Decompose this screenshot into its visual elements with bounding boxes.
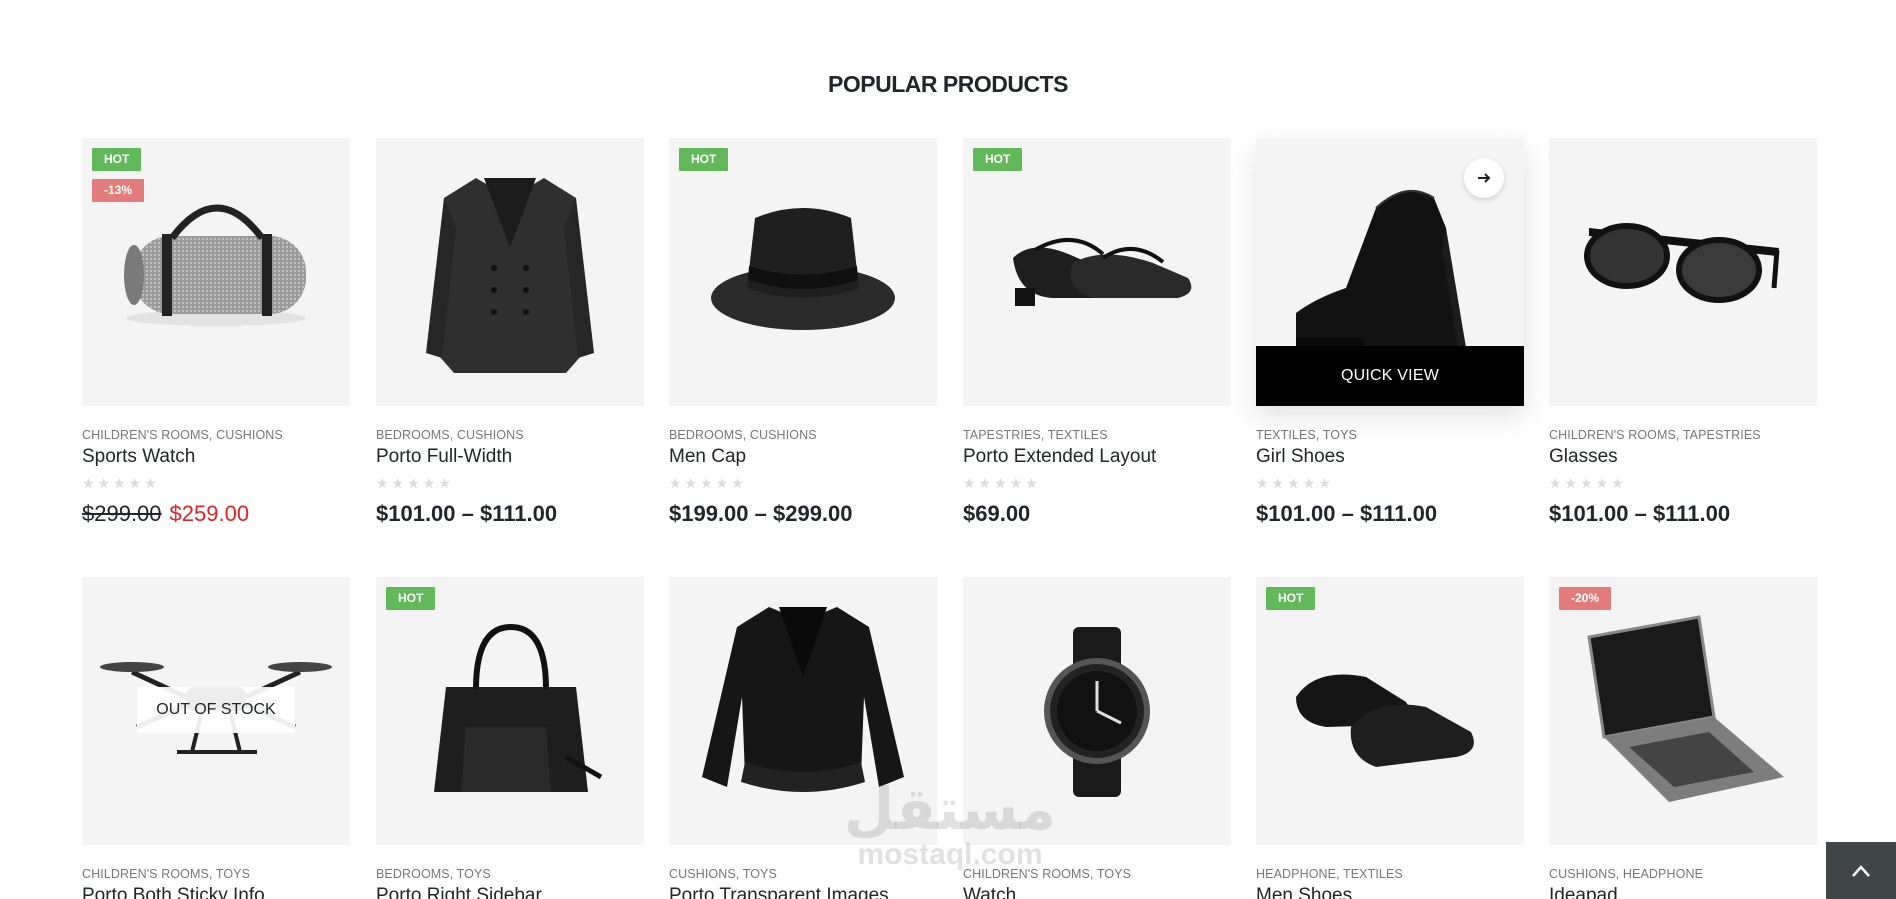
- hot-badge: HOT: [92, 148, 142, 171]
- discount-badge: -20%: [1559, 587, 1612, 610]
- old-price: $299.00: [82, 501, 162, 526]
- product-name[interactable]: Glasses: [1549, 446, 1817, 468]
- hot-badge: HOT: [973, 148, 1023, 171]
- rating-stars: ★★★★★: [376, 475, 454, 491]
- product-price: $101.00 – $111.00: [1256, 501, 1438, 526]
- arrow-right-button[interactable]: [1464, 158, 1504, 198]
- watermark-latin: mostaql.com: [857, 838, 1043, 871]
- product-categories[interactable]: CHILDREN'S ROOMS, CUSHIONS: [82, 428, 350, 442]
- product-card[interactable]: BEDROOMS, CUSHIONS Porto Full-Width ★★★★…: [376, 138, 644, 527]
- section-title: POPULAR PRODUCTS: [828, 71, 1068, 98]
- product-card[interactable]: CHILDREN'S ROOMS, TAPESTRIES Glasses ★★★…: [1549, 138, 1817, 527]
- product-image[interactable]: HOT: [669, 138, 937, 406]
- product-categories[interactable]: CHILDREN'S ROOMS, TAPESTRIES: [1549, 428, 1817, 442]
- rating-stars: ★★★★★: [669, 475, 747, 491]
- product-image[interactable]: HOT -13%: [82, 138, 350, 406]
- discount-badge: -13%: [92, 179, 145, 202]
- rating-stars: ★★★★★: [82, 475, 160, 491]
- product-name[interactable]: Porto Full-Width: [376, 446, 644, 468]
- product-image[interactable]: [376, 138, 644, 406]
- girl-shoes-image: [1013, 237, 1192, 306]
- product-categories[interactable]: TEXTILES, TOYS: [1256, 428, 1524, 442]
- product-name[interactable]: Porto Transparent Images: [669, 885, 937, 899]
- product-card[interactable]: HOT BEDROOMS, TOYS Porto Right Sidebar: [376, 577, 644, 899]
- product-name[interactable]: Men Shoes: [1256, 885, 1524, 899]
- sale-price: $259.00: [169, 501, 250, 526]
- hot-badge: HOT: [386, 587, 436, 610]
- product-name[interactable]: Porto Right Sidebar: [376, 885, 644, 899]
- chevron-up-icon: [1852, 865, 1870, 877]
- product-price: $69.00: [963, 501, 1031, 526]
- page: POPULAR PRODUCTS HOT -13% CHILDREN'S ROO…: [0, 0, 1896, 899]
- product-image[interactable]: HOT: [1256, 577, 1524, 845]
- product-categories[interactable]: BEDROOMS, CUSHIONS: [376, 428, 644, 442]
- product-image[interactable]: [1549, 138, 1817, 406]
- laptop-image: [1587, 615, 1784, 802]
- product-price: $199.00 – $299.00: [669, 501, 853, 526]
- product-card[interactable]: QUICK VIEW TEXTILES, TOYS Girl Shoes ★★★…: [1256, 138, 1524, 527]
- hat-image: [711, 208, 895, 330]
- hot-badge: HOT: [1266, 587, 1316, 610]
- product-name[interactable]: Men Cap: [669, 446, 937, 468]
- rating-stars: ★★★★★: [1549, 475, 1627, 491]
- product-name[interactable]: Girl Shoes: [1256, 446, 1524, 468]
- product-categories[interactable]: BEDROOMS, TOYS: [376, 867, 644, 881]
- product-card[interactable]: HOT TAPESTRIES, TEXTILES Porto Extended …: [963, 138, 1231, 527]
- handbag-image: [434, 623, 603, 792]
- rating-stars: ★★★★★: [963, 475, 1041, 491]
- product-categories[interactable]: CUSHIONS, HEADPHONE: [1549, 867, 1817, 881]
- product-categories[interactable]: CHILDREN'S ROOMS, TOYS: [82, 867, 350, 881]
- product-name[interactable]: Sports Watch: [82, 446, 350, 468]
- product-price: $101.00 – $111.00: [376, 501, 558, 526]
- product-name[interactable]: Porto Both Sticky Info: [82, 885, 350, 899]
- product-price: $299.00 $259.00: [82, 501, 350, 527]
- product-name[interactable]: Porto Extended Layout: [963, 446, 1231, 468]
- product-card[interactable]: HOT -13% CHILDREN'S ROOMS, CUSHIONS Spor…: [82, 138, 350, 527]
- quick-view-button[interactable]: QUICK VIEW: [1256, 346, 1524, 406]
- product-image[interactable]: HOT: [963, 138, 1231, 406]
- hot-badge: HOT: [679, 148, 729, 171]
- product-categories[interactable]: BEDROOMS, CUSHIONS: [669, 428, 937, 442]
- product-categories[interactable]: TAPESTRIES, TEXTILES: [963, 428, 1231, 442]
- sunglasses-image: [1584, 223, 1780, 303]
- product-categories[interactable]: HEADPHONE, TEXTILES: [1256, 867, 1524, 881]
- product-card[interactable]: HOT BEDROOMS, CUSHIONS Men Cap ★★★★★ $19…: [669, 138, 937, 527]
- watermark-arabic: مستقل: [843, 775, 1057, 843]
- product-name[interactable]: Ideapad: [1549, 885, 1817, 899]
- product-name[interactable]: Watch: [963, 885, 1231, 899]
- scroll-to-top-button[interactable]: [1826, 842, 1896, 899]
- product-image[interactable]: HOT: [376, 577, 644, 845]
- product-card[interactable]: -20% CUSHIONS, HEADPHONE Ideapad: [1549, 577, 1817, 899]
- product-image[interactable]: QUICK VIEW: [1256, 138, 1524, 406]
- watermark: مستقل mostaql.com: [830, 778, 1070, 870]
- product-price: $101.00 – $111.00: [1549, 501, 1731, 526]
- product-image[interactable]: -20%: [1549, 577, 1817, 845]
- product-card[interactable]: OUT OF STOCK CHILDREN'S ROOMS, TOYS Port…: [82, 577, 350, 899]
- coat-image: [426, 178, 594, 373]
- arrow-right-icon: [1478, 173, 1491, 183]
- out-of-stock-label: OUT OF STOCK: [137, 687, 295, 733]
- rating-stars: ★★★★★: [1256, 475, 1334, 491]
- men-shoes-image: [1296, 674, 1474, 767]
- product-card[interactable]: HOT HEADPHONE, TEXTILES Men Shoes: [1256, 577, 1524, 899]
- product-image[interactable]: OUT OF STOCK: [82, 577, 350, 845]
